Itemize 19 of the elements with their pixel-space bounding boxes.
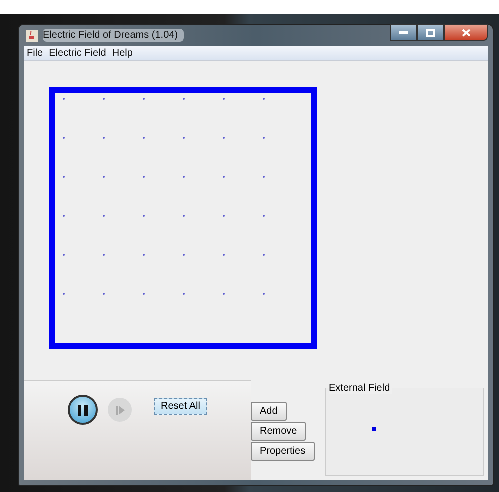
close-icon bbox=[462, 28, 470, 36]
pause-button[interactable] bbox=[68, 395, 98, 425]
action-button[interactable]: Properties bbox=[251, 442, 315, 461]
pause-icon bbox=[78, 404, 88, 416]
maximize-icon bbox=[426, 28, 435, 36]
menu-item[interactable]: Electric Field bbox=[49, 48, 106, 58]
menu-item[interactable]: File bbox=[27, 48, 44, 58]
minimize-icon bbox=[399, 31, 408, 34]
menu-item[interactable]: Help bbox=[112, 48, 133, 58]
maximize-button[interactable] bbox=[417, 24, 444, 41]
window-title: Electric Field of Dreams (1.04) bbox=[43, 29, 184, 42]
cup-icon bbox=[26, 30, 38, 42]
close-button[interactable] bbox=[444, 24, 488, 41]
panel-title: External Field bbox=[329, 383, 392, 394]
minimize-button[interactable] bbox=[390, 24, 417, 41]
step-icon bbox=[116, 406, 124, 414]
action-button[interactable]: Remove bbox=[251, 422, 306, 441]
reset-all-button[interactable]: Reset All bbox=[154, 398, 208, 415]
action-button[interactable]: Add bbox=[251, 402, 287, 421]
